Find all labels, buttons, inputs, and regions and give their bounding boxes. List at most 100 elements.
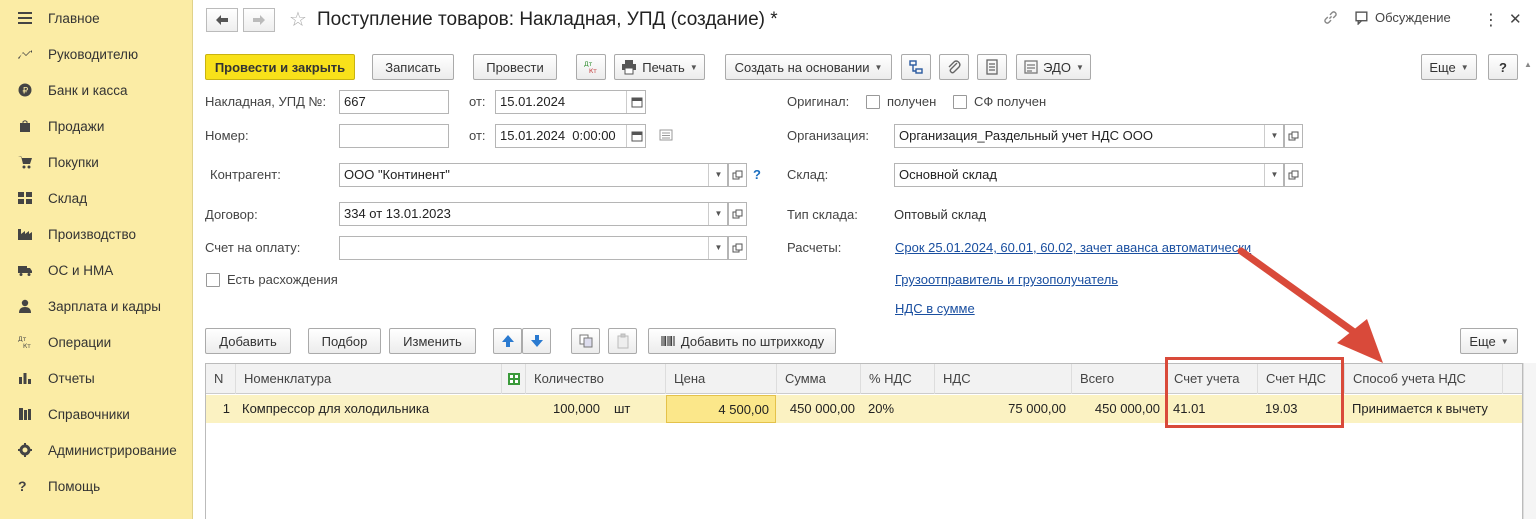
post-button[interactable]: Провести — [473, 54, 557, 80]
discussion-button[interactable]: Обсуждение — [1355, 10, 1451, 25]
select-button[interactable]: Подбор — [308, 328, 381, 354]
sidebar-item-main[interactable]: Главное — [0, 0, 193, 36]
edit-button[interactable]: Изменить — [389, 328, 476, 354]
original-received-label: получен — [887, 94, 937, 109]
cell-vat[interactable]: 75 000,00 — [935, 395, 1072, 423]
invoice-date-field[interactable]: 15.01.2024 — [495, 90, 646, 114]
vat-in-sum-link[interactable]: НДС в сумме — [895, 301, 975, 316]
sidebar-item-production[interactable]: Производство — [0, 216, 193, 252]
print-button[interactable]: Печать ▼ — [614, 54, 705, 80]
invoice-number-field[interactable]: 667 — [339, 90, 449, 114]
cell-vat-rate[interactable]: 20% — [862, 395, 936, 423]
cell-sum[interactable]: 450 000,00 — [777, 395, 861, 423]
more-menu-icon[interactable]: ⋮ — [1483, 10, 1499, 30]
save-button[interactable]: Записать — [372, 54, 454, 80]
contract-open-button[interactable] — [728, 202, 747, 226]
create-based-on-button[interactable]: Создать на основании ▼ — [725, 54, 892, 80]
col-n[interactable]: N — [206, 364, 236, 394]
col-vat-rate[interactable]: % НДС — [861, 364, 935, 394]
help-button[interactable]: ? — [1488, 54, 1518, 80]
counterparty-help-icon[interactable]: ? — [753, 167, 761, 182]
number-date-field[interactable]: 15.01.2024 0:00:00 — [495, 124, 646, 148]
sidebar-item-payroll[interactable]: Зарплата и кадры — [0, 288, 193, 324]
chevron-down-icon[interactable]: ▼ — [708, 164, 727, 186]
chevron-down-icon[interactable]: ▼ — [708, 203, 727, 225]
shipper-consignee-link[interactable]: Грузоотправитель и грузополучатель — [895, 272, 1118, 287]
calendar-icon[interactable] — [626, 91, 645, 113]
counterparty-field[interactable]: ООО "Континент" ▼ — [339, 163, 728, 187]
link-icon[interactable] — [1323, 10, 1338, 25]
sidebar-item-sales[interactable]: Продажи — [0, 108, 193, 144]
more-button[interactable]: Еще ▼ — [1421, 54, 1477, 80]
counterparty-open-button[interactable] — [728, 163, 747, 187]
add-by-barcode-button[interactable]: Добавить по штрихкоду — [648, 328, 836, 354]
chevron-down-icon[interactable]: ▼ — [1264, 125, 1283, 147]
structure-button[interactable] — [901, 54, 931, 80]
payment-open-button[interactable] — [728, 236, 747, 260]
copy-button[interactable] — [571, 328, 600, 354]
sidebar-item-purchases[interactable]: Покупки — [0, 144, 193, 180]
chevron-down-icon: ▼ — [874, 62, 883, 72]
chevron-down-icon[interactable]: ▼ — [708, 237, 727, 259]
col-sum[interactable]: Сумма — [777, 364, 861, 394]
sidebar-item-reports[interactable]: Отчеты — [0, 360, 193, 396]
move-up-button[interactable] — [493, 328, 522, 354]
table-row[interactable]: 1 Компрессор для холодильника 100,000 шт… — [206, 395, 1522, 423]
table-more-button[interactable]: Еще ▼ — [1460, 328, 1518, 354]
bag-icon — [0, 119, 48, 133]
col-price[interactable]: Цена — [666, 364, 777, 394]
col-item[interactable]: Номенклатура — [236, 364, 502, 394]
cell-qty[interactable]: 100,000 — [526, 395, 606, 423]
discrepancy-checkbox[interactable] — [206, 273, 220, 287]
original-received-checkbox[interactable] — [866, 95, 880, 109]
sidebar-item-operations[interactable]: Дт Кт Операции — [0, 324, 193, 360]
col-total[interactable]: Всего — [1072, 364, 1166, 394]
cell-price[interactable]: 4 500,00 — [666, 395, 776, 423]
sidebar-item-help[interactable]: ? Помощь — [0, 468, 193, 504]
paste-button[interactable] — [608, 328, 637, 354]
cell-unit[interactable]: шт — [608, 395, 658, 423]
forward-button[interactable] — [243, 8, 275, 32]
attach-button[interactable] — [939, 54, 969, 80]
list-icon[interactable] — [659, 128, 673, 145]
cell-account[interactable]: 41.01 — [1167, 395, 1259, 423]
warehouse-type-value: Оптовый склад — [894, 207, 987, 222]
back-button[interactable] — [206, 8, 238, 32]
scroll-up-icon[interactable]: ▲ — [1524, 60, 1534, 76]
dtkt-button[interactable]: Дт Кт — [576, 54, 606, 80]
chevron-down-icon[interactable]: ▼ — [1264, 164, 1283, 186]
payment-field[interactable]: ▼ — [339, 236, 728, 260]
edo-button[interactable]: ЭДО ▼ — [1016, 54, 1091, 80]
cell-item[interactable]: Компрессор для холодильника — [236, 395, 502, 423]
sidebar-item-directories[interactable]: Справочники — [0, 396, 193, 432]
col-qty[interactable]: Количество — [526, 364, 666, 394]
sidebar-item-label: Администрирование — [48, 442, 177, 458]
table-scrollbar[interactable] — [1523, 363, 1536, 519]
organization-open-button[interactable] — [1284, 124, 1303, 148]
calendar-icon[interactable] — [626, 125, 645, 147]
sidebar-item-assets[interactable]: ОС и НМА — [0, 252, 193, 288]
sidebar-item-admin[interactable]: Администрирование — [0, 432, 193, 468]
cart-icon — [0, 155, 48, 169]
cell-total[interactable]: 450 000,00 — [1072, 395, 1166, 423]
structure-icon — [909, 60, 923, 74]
move-down-button[interactable] — [522, 328, 551, 354]
sf-received-checkbox[interactable] — [953, 95, 967, 109]
contract-field[interactable]: 334 от 13.01.2023 ▼ — [339, 202, 728, 226]
close-icon[interactable]: ✕ — [1509, 10, 1522, 28]
warehouse-field[interactable]: Основной склад ▼ — [894, 163, 1284, 187]
sidebar-item-bank[interactable]: ₽ Банк и касса — [0, 72, 193, 108]
post-and-close-button[interactable]: Провести и закрыть — [205, 54, 355, 80]
cell-vat-method[interactable]: Принимается к вычету — [1346, 395, 1504, 423]
number-field[interactable] — [339, 124, 449, 148]
document-button[interactable] — [977, 54, 1007, 80]
col-vat[interactable]: НДС — [935, 364, 1072, 394]
organization-field[interactable]: Организация_Раздельный учет НДС ООО ▼ — [894, 124, 1284, 148]
settlements-link[interactable]: Срок 25.01.2024, 60.01, 60.02, зачет ава… — [895, 240, 1251, 255]
cell-vat-account[interactable]: 19.03 — [1259, 395, 1345, 423]
sidebar-item-warehouse[interactable]: Склад — [0, 180, 193, 216]
sidebar-item-manager[interactable]: Руководителю — [0, 36, 193, 72]
warehouse-open-button[interactable] — [1284, 163, 1303, 187]
favorite-star-icon[interactable]: ☆ — [289, 8, 307, 32]
add-row-button[interactable]: Добавить — [205, 328, 291, 354]
